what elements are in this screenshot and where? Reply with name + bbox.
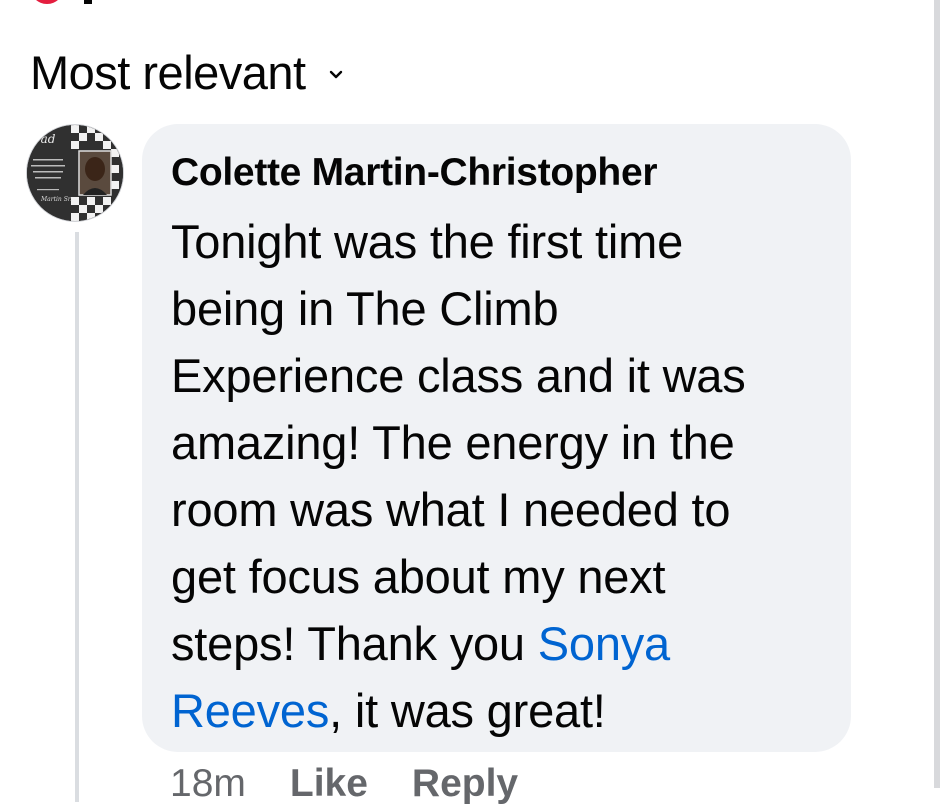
mention-link[interactable]: Reeves	[171, 684, 329, 737]
comment-sort-dropdown[interactable]: Most relevant	[30, 40, 344, 104]
mention-link[interactable]: Sonya	[538, 617, 670, 670]
comment-line-text: , it was great!	[329, 684, 606, 737]
reply-button[interactable]: Reply	[412, 762, 518, 806]
comment-bubble[interactable]: Colette Martin-Christopher Tonight was t…	[142, 124, 851, 752]
cutoff-glyph	[84, 0, 92, 4]
comment-actions: 18m Like Reply	[170, 762, 518, 806]
svg-text:Martin Sr.: Martin Sr.	[40, 196, 72, 203]
top-cutoff-fragment	[30, 0, 92, 4]
comment-line: amazing! The energy in the	[171, 416, 735, 469]
chevron-down-icon[interactable]	[328, 67, 344, 83]
avatar[interactable]: Dad Martin Sr.	[26, 124, 124, 222]
comment-line: room was what I needed to	[171, 483, 731, 536]
thread-line	[75, 232, 79, 802]
svg-text:Dad: Dad	[30, 132, 56, 146]
comment-line: Experience class and it was	[171, 349, 746, 402]
comment-line: get focus about my next	[171, 550, 666, 603]
scrollbar-track	[934, 0, 940, 788]
comment-line: Tonight was the first time	[171, 215, 684, 268]
like-button[interactable]: Like	[290, 762, 368, 806]
comment-line: being in The Climb	[171, 282, 559, 335]
comment-author[interactable]: Colette Martin-Christopher	[171, 150, 823, 196]
red-badge-icon	[30, 0, 64, 4]
comment-line-text: steps! Thank you	[171, 617, 538, 670]
comment-timestamp[interactable]: 18m	[170, 762, 246, 806]
comment-text: Tonight was the first time being in The …	[171, 208, 823, 744]
comment-line: steps! Thank you Sonya	[171, 610, 823, 677]
comment-line: Reeves, it was great!	[171, 677, 823, 744]
sort-label: Most relevant	[30, 45, 306, 99]
